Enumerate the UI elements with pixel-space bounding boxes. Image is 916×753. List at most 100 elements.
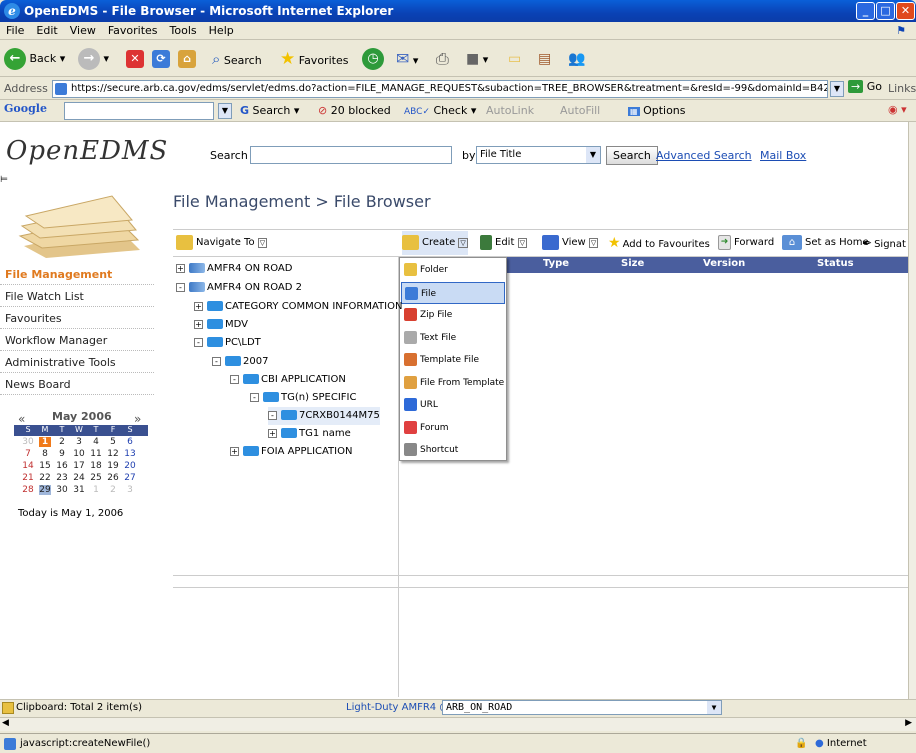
calendar-day[interactable]: 8 bbox=[39, 449, 51, 459]
edit-page-button[interactable]: ■ ▾ bbox=[466, 46, 488, 72]
sidebar-item-news-board[interactable]: News Board bbox=[0, 374, 154, 395]
calendar-day[interactable]: 31 bbox=[73, 485, 85, 495]
menu-item-url[interactable]: URL bbox=[401, 394, 505, 416]
forward-button[interactable]: → ▾ bbox=[78, 46, 109, 72]
print-button[interactable]: ⎙ bbox=[436, 46, 449, 72]
create-button[interactable]: Create ▽ bbox=[402, 231, 468, 255]
tree-node[interactable]: - 7CRXB0144M75 bbox=[268, 407, 380, 425]
minimize-button[interactable]: _ bbox=[856, 2, 875, 20]
tree-node[interactable]: + TG1 name bbox=[268, 425, 351, 443]
google-search-input[interactable] bbox=[64, 102, 214, 120]
back-button[interactable]: ← Back ▾ bbox=[4, 46, 65, 72]
menu-item-zip-file[interactable]: Zip File bbox=[401, 304, 505, 326]
menu-file[interactable]: File bbox=[0, 22, 30, 39]
address-dropdown-button[interactable]: ▼ bbox=[830, 81, 844, 97]
scroll-left-icon[interactable]: ◀ bbox=[2, 718, 9, 728]
sidebar-item-file-watch-list[interactable]: File Watch List bbox=[0, 286, 154, 307]
messenger-button[interactable]: 👥 bbox=[568, 46, 585, 72]
expand-icon[interactable]: + bbox=[230, 446, 239, 456]
sidebar-item-workflow-manager[interactable]: Workflow Manager bbox=[0, 330, 154, 351]
calendar-day[interactable]: 30 bbox=[22, 437, 34, 447]
tree-node[interactable]: + FOIA APPLICATION bbox=[230, 443, 352, 461]
calendar-day[interactable]: 29 bbox=[39, 485, 51, 495]
calendar-day[interactable]: 6 bbox=[124, 437, 136, 447]
expand-icon[interactable]: + bbox=[176, 263, 185, 273]
calendar-day[interactable]: 20 bbox=[124, 461, 136, 471]
autofill-button[interactable]: AutoFill bbox=[560, 104, 600, 117]
calendar-day[interactable]: 7 bbox=[22, 449, 34, 459]
maximize-button[interactable]: □ bbox=[876, 2, 895, 20]
calendar-day[interactable]: 21 bbox=[22, 473, 34, 483]
expand-icon[interactable]: + bbox=[194, 319, 203, 329]
vertical-scrollbar[interactable] bbox=[908, 122, 916, 700]
calendar-day[interactable]: 28 bbox=[22, 485, 34, 495]
column-header-status[interactable]: Status bbox=[817, 258, 854, 269]
calendar-day[interactable]: 19 bbox=[107, 461, 119, 471]
calendar-day[interactable]: 9 bbox=[56, 449, 68, 459]
autolink-button[interactable]: AutoLink bbox=[486, 104, 534, 117]
go-button[interactable]: → Go bbox=[848, 80, 882, 93]
favorites-button[interactable]: ★ Favorites bbox=[280, 46, 348, 72]
menu-item-template-file[interactable]: Template File bbox=[401, 349, 505, 371]
calendar-day[interactable]: 27 bbox=[124, 473, 136, 483]
calendar-day[interactable]: 12 bbox=[107, 449, 119, 459]
calendar-day[interactable]: 10 bbox=[73, 449, 85, 459]
calendar-day[interactable]: 3 bbox=[73, 437, 85, 447]
menu-item-folder[interactable]: Folder bbox=[401, 259, 505, 281]
tree-node[interactable]: - 2007 bbox=[212, 353, 268, 371]
address-input[interactable]: https://secure.arb.ca.gov/edms/servlet/e… bbox=[52, 80, 828, 98]
mailbox-link[interactable]: Mail Box bbox=[760, 149, 806, 162]
calendar-day[interactable]: 22 bbox=[39, 473, 51, 483]
stop-button[interactable]: ✕ bbox=[126, 46, 144, 72]
calendar-day[interactable]: 25 bbox=[90, 473, 102, 483]
menu-item-text-file[interactable]: Text File bbox=[401, 327, 505, 349]
calendar-next-button[interactable]: » bbox=[134, 412, 141, 426]
calendar-day[interactable]: 24 bbox=[73, 473, 85, 483]
calendar-day[interactable]: 1 bbox=[39, 437, 51, 447]
collapse-icon[interactable]: - bbox=[176, 282, 185, 292]
collapse-icon[interactable]: - bbox=[212, 356, 221, 366]
search-button[interactable]: ⌕ Search bbox=[212, 46, 262, 72]
calendar-day[interactable]: 23 bbox=[56, 473, 68, 483]
menu-help[interactable]: Help bbox=[203, 22, 240, 39]
horizontal-scrollbar[interactable]: ◀ ▶ bbox=[0, 717, 916, 731]
menu-item-forum[interactable]: Forum bbox=[401, 417, 505, 439]
translate-icon[interactable]: ◉ ▾ bbox=[888, 103, 907, 116]
refresh-button[interactable]: ⟳ bbox=[152, 46, 170, 72]
research-button[interactable]: ▤ bbox=[538, 46, 551, 72]
add-to-favourites-button[interactable]: ★ Add to Favourites bbox=[608, 231, 710, 255]
clipboard-status[interactable]: Clipboard: Total 2 item(s) bbox=[16, 702, 142, 713]
google-logo[interactable]: Google bbox=[4, 102, 47, 115]
calendar-day[interactable]: 1 bbox=[90, 485, 102, 495]
column-header-size[interactable]: Size bbox=[621, 258, 644, 269]
calendar-day[interactable]: 4 bbox=[90, 437, 102, 447]
tree-node[interactable]: + AMFR4 ON ROAD bbox=[176, 260, 292, 278]
forward-file-button[interactable]: ➜ Forward bbox=[718, 231, 774, 255]
sidebar-item-administrative-tools[interactable]: Administrative Tools bbox=[0, 352, 154, 373]
calendar-day[interactable]: 14 bbox=[22, 461, 34, 471]
header-search-button[interactable]: Search bbox=[606, 146, 658, 165]
expand-icon[interactable]: + bbox=[268, 428, 277, 438]
tree-node[interactable]: - CBI APPLICATION bbox=[230, 371, 346, 389]
google-options-button[interactable]: ▦ Options bbox=[628, 104, 686, 117]
tree-node[interactable]: + MDV bbox=[194, 316, 248, 334]
popup-blocker-button[interactable]: ⊘ 20 blocked bbox=[318, 104, 391, 117]
search-by-select[interactable]: File Title ▼ bbox=[476, 146, 601, 164]
menu-edit[interactable]: Edit bbox=[30, 22, 63, 39]
edit-button[interactable]: Edit ▽ bbox=[480, 231, 527, 255]
signature-button[interactable]: ✒ Signat bbox=[862, 231, 906, 255]
collapse-icon[interactable]: - bbox=[268, 410, 277, 420]
scroll-right-icon[interactable]: ▶ bbox=[905, 718, 912, 728]
sidebar-item-file-management[interactable]: File Management bbox=[0, 264, 154, 285]
calendar-prev-button[interactable]: « bbox=[18, 412, 25, 426]
links-label[interactable]: Links bbox=[888, 82, 916, 95]
tree-node[interactable]: - AMFR4 ON ROAD 2 bbox=[176, 279, 302, 297]
calendar-day[interactable]: 26 bbox=[107, 473, 119, 483]
collapse-sidebar-icon[interactable]: ⊨ bbox=[0, 175, 8, 185]
collapse-icon[interactable]: - bbox=[230, 374, 239, 384]
discuss-button[interactable]: ▭ bbox=[508, 46, 521, 72]
header-search-input[interactable] bbox=[250, 146, 452, 164]
set-as-home-button[interactable]: ⌂ Set as Home bbox=[782, 231, 869, 255]
collapse-icon[interactable]: - bbox=[194, 337, 203, 347]
menu-item-file-from-template[interactable]: File From Template bbox=[401, 372, 505, 394]
